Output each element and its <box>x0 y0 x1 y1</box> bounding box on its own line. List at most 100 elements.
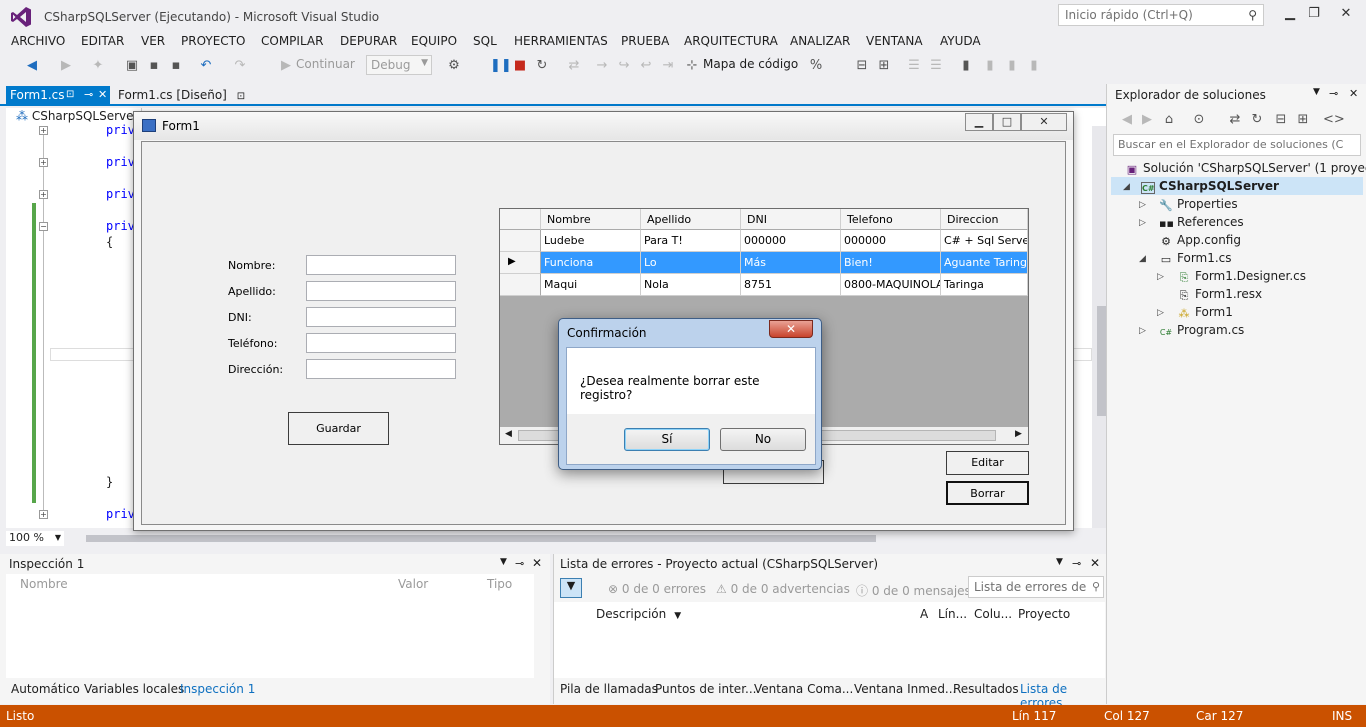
refresh-icon[interactable]: ⇄ <box>1227 112 1243 128</box>
menu-prueba[interactable]: PRUEBA <box>621 34 669 48</box>
close-icon[interactable]: ✕ <box>1090 556 1100 570</box>
dni-input[interactable] <box>306 307 456 327</box>
expand-icon[interactable]: + <box>39 190 48 199</box>
continue-icon[interactable]: ▶ <box>278 58 294 74</box>
error-col-header[interactable]: Descripción ▼ <box>596 607 681 621</box>
grid-cell[interactable]: 000000 <box>741 230 841 252</box>
error-col-header[interactable]: Proyecto <box>1018 607 1070 621</box>
close-icon[interactable]: ✕ <box>1349 87 1358 100</box>
tab-immediate-window[interactable]: Ventana Inmed... <box>854 682 956 696</box>
table-row[interactable]: Ludebe Para T! 000000 000000 C# + Sql Se… <box>500 230 1028 252</box>
view-code-icon[interactable]: <> <box>1323 112 1345 128</box>
grid-col-header[interactable]: DNI <box>741 209 841 230</box>
back-icon[interactable]: ◀ <box>1119 112 1135 128</box>
tab-call-stack[interactable]: Pila de llamadas <box>560 682 658 696</box>
table-row[interactable]: Maqui Nola 8751 0800-MAQUINOLA Taringa <box>500 274 1028 296</box>
pin-tab-icon[interactable]: ⊸ <box>84 88 93 101</box>
grid-cell[interactable]: Bien! <box>841 252 941 274</box>
tree-form1-designer[interactable]: ⎘ Form1.Designer.cs <box>1177 269 1306 284</box>
grid-col-header[interactable]: Direccion <box>941 209 1028 230</box>
grid-cell[interactable]: Más <box>741 252 841 274</box>
navigate-back-icon[interactable]: ◀ <box>24 58 40 74</box>
watch-grid[interactable] <box>6 574 534 678</box>
redo-icon[interactable]: ↷ <box>232 58 248 74</box>
grid-cell[interactable]: Lo <box>641 252 741 274</box>
row-header[interactable] <box>500 274 541 296</box>
breakpoints-icon[interactable]: % <box>808 58 824 74</box>
continue-button[interactable]: Continuar <box>296 57 355 71</box>
telefono-input[interactable] <box>306 333 456 353</box>
grid-cell[interactable]: 0800-MAQUINOLA <box>841 274 941 296</box>
menu-ventana[interactable]: VENTANA <box>866 34 923 48</box>
pin-icon[interactable]: ⊡ <box>66 89 74 100</box>
menu-depurar[interactable]: DEPURAR <box>340 34 397 48</box>
grid-cell[interactable]: Ludebe <box>541 230 641 252</box>
tree-app-config[interactable]: ⚙ App.config <box>1159 233 1241 248</box>
grid-cell[interactable]: 000000 <box>841 230 941 252</box>
grid-col-header[interactable]: Nombre <box>541 209 641 230</box>
close-icon[interactable]: ✕ <box>769 320 813 338</box>
pause-icon[interactable]: ❚❚ <box>490 58 512 74</box>
nombre-input[interactable] <box>306 255 456 275</box>
expand-icon[interactable]: + <box>39 158 48 167</box>
step-into-icon[interactable]: → <box>594 58 610 74</box>
chevron-down-icon[interactable]: ▼ <box>1313 87 1320 97</box>
clear-bookmarks-icon[interactable]: ▮ <box>1026 58 1042 74</box>
pin-icon[interactable]: ⊸ <box>1072 557 1081 570</box>
step-over-icon[interactable]: ↪ <box>616 58 632 74</box>
grid-cell[interactable]: Maqui <box>541 274 641 296</box>
hex-display-icon[interactable]: ⇥ <box>660 58 676 74</box>
collapsed-arrow-icon[interactable]: ▷ <box>1139 218 1146 228</box>
errors-filter[interactable]: ⊗ 0 de 0 errores <box>608 582 706 596</box>
collapsed-arrow-icon[interactable]: ▷ <box>1157 308 1164 318</box>
chevron-down-icon[interactable]: ▼ <box>500 557 507 567</box>
tree-solution[interactable]: ▣ Solución 'CSharpSQLServer' (1 proyecto) <box>1125 161 1366 176</box>
watch-col-header[interactable]: Valor <box>398 577 428 591</box>
messages-filter[interactable]: ⓘ 0 de 0 mensajes <box>856 582 971 599</box>
direccion-input[interactable] <box>306 359 456 379</box>
error-col-header[interactable]: A <box>920 607 928 621</box>
uncomment-icon[interactable]: ☰ <box>928 58 944 74</box>
tree-form1-resx[interactable]: ⎘ Form1.resx <box>1177 287 1263 302</box>
menu-archivo[interactable]: ARCHIVO <box>11 34 65 48</box>
collapsed-arrow-icon[interactable]: ▷ <box>1157 272 1164 282</box>
find-in-files-icon[interactable]: ⊟ <box>854 58 870 74</box>
close-icon[interactable]: ✕ <box>532 556 542 570</box>
error-col-header[interactable]: Colu... <box>974 607 1012 621</box>
scrollbar-thumb[interactable] <box>86 535 876 542</box>
stop-icon[interactable]: ■ <box>512 58 528 74</box>
grid-cell[interactable]: Taringa <box>941 274 1028 296</box>
grid-cell[interactable]: Aguante Taringa <box>941 252 1028 274</box>
tree-project[interactable]: C# CSharpSQLServer <box>1141 179 1279 194</box>
home-icon[interactable]: ⌂ <box>1161 112 1177 128</box>
code-map-icon[interactable]: ⊹ <box>684 58 700 74</box>
show-next-statement-icon[interactable]: ⇄ <box>566 58 582 74</box>
save-all-icon[interactable]: ▪ <box>168 58 184 74</box>
editar-button[interactable]: Editar <box>946 451 1029 475</box>
tab-output[interactable]: Resultados <box>953 682 1019 696</box>
menu-compilar[interactable]: COMPILAR <box>261 34 323 48</box>
grid-cell[interactable]: Funciona <box>541 252 641 274</box>
confirm-dialog[interactable]: Confirmación ✕ ¿Desea realmente borrar e… <box>558 318 822 470</box>
collapsed-arrow-icon[interactable]: ▷ <box>1139 326 1146 336</box>
restart-icon[interactable]: ↻ <box>534 58 550 74</box>
row-header[interactable] <box>500 230 541 252</box>
tab-form1-cs[interactable]: Form1.cs ⊡ ⊸ ✕ <box>6 86 110 106</box>
navigate-forward-icon[interactable]: ▶ <box>58 58 74 74</box>
show-all-files-icon[interactable]: ⊞ <box>1295 112 1311 128</box>
menu-arquitectura[interactable]: ARQUITECTURA <box>684 34 778 48</box>
tab-variables-locales[interactable]: Variables locales <box>84 682 184 696</box>
solution-search-input[interactable]: Buscar en el Explorador de soluciones (C <box>1113 134 1361 156</box>
expand-icon[interactable]: + <box>39 510 48 519</box>
menu-editar[interactable]: EDITAR <box>81 34 124 48</box>
open-file-icon[interactable]: ▣ <box>124 58 140 74</box>
grid-col-header[interactable]: Telefono <box>841 209 941 230</box>
next-bookmark-icon[interactable]: ▮ <box>1004 58 1020 74</box>
grid-cell[interactable]: Para T! <box>641 230 741 252</box>
collapsed-arrow-icon[interactable]: ▷ <box>1139 200 1146 210</box>
minimize-icon[interactable]: ▁ <box>965 113 993 131</box>
collapse-all-icon[interactable]: ⊟ <box>1273 112 1289 128</box>
tree-program-cs[interactable]: C# Program.cs <box>1159 323 1244 339</box>
expand-icon[interactable]: + <box>39 126 48 135</box>
tree-form1-cs[interactable]: ▭ Form1.cs <box>1159 251 1232 266</box>
